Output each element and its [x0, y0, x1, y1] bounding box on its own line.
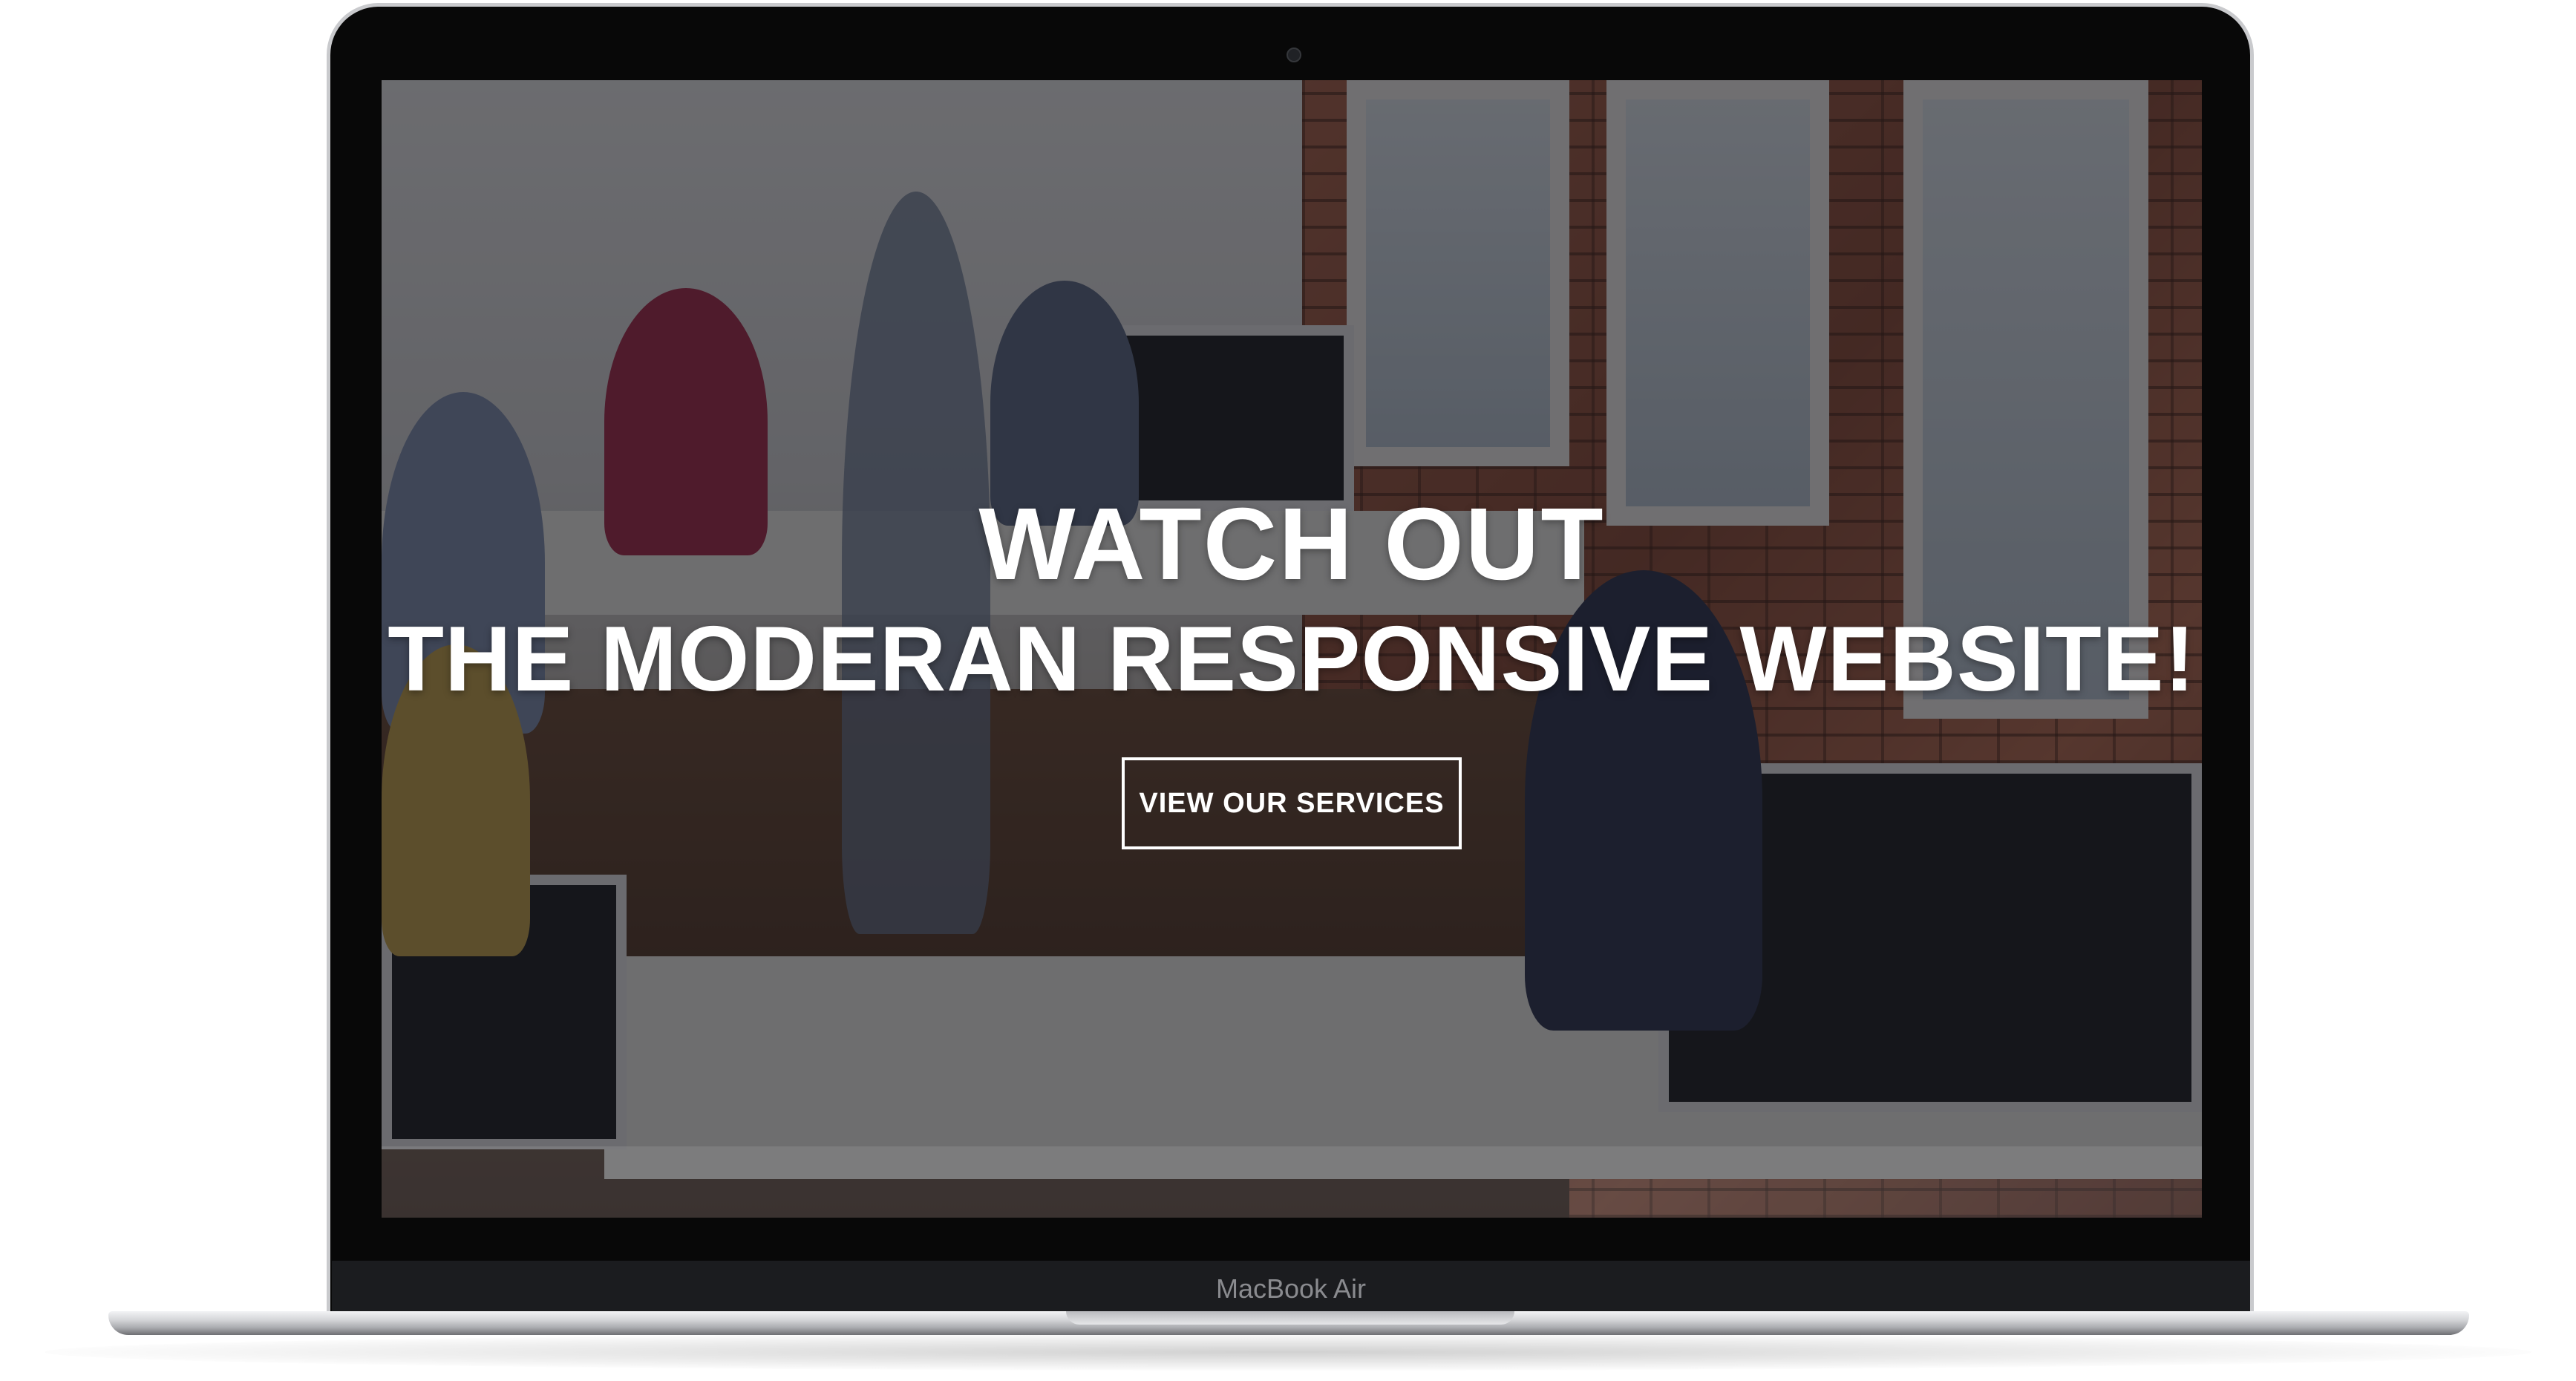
hero-headline-line2: THE MODERAN RESPONSIVE WEBSITE! [388, 608, 2196, 711]
view-services-button[interactable]: VIEW OUR SERVICES [1122, 757, 1462, 849]
laptop-hinge-notch [1066, 1311, 1514, 1325]
camera-icon [1287, 48, 1301, 62]
page-bottom-strip [382, 1146, 2202, 1218]
laptop-shadow [45, 1333, 2531, 1371]
screen: WATCH OUT THE MODERAN RESPONSIVE WEBSITE… [382, 80, 2202, 1218]
device-brand-label: MacBook Air [1215, 1273, 1367, 1304]
hero-headline-line1: WATCH OUT [978, 487, 1605, 601]
